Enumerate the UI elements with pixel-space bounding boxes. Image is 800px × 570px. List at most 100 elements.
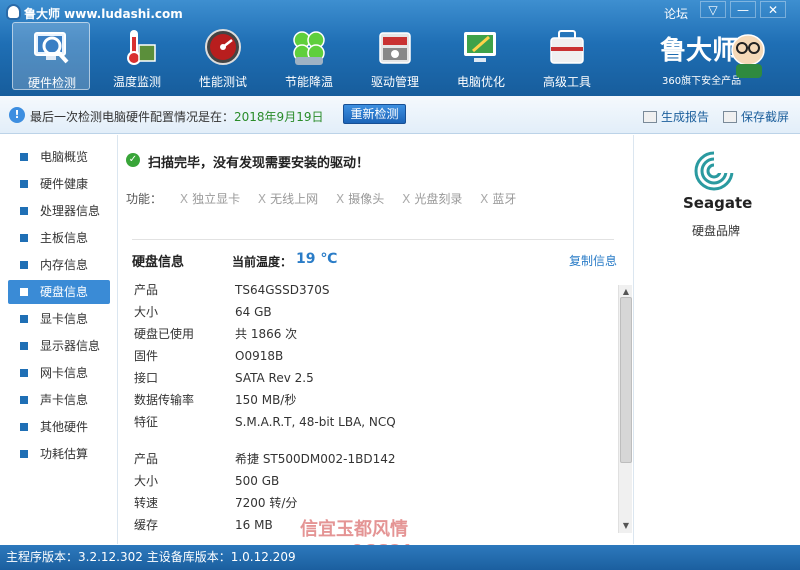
generate-report-label: 生成报告 bbox=[661, 110, 710, 124]
sidebar-item-hardware-health[interactable]: 硬件健康 bbox=[8, 172, 110, 196]
sidebar: 电脑概览 硬件健康 处理器信息 主板信息 内存信息 硬盘信息 显卡信息 显示器信… bbox=[0, 135, 118, 544]
sidebar-item-display[interactable]: 显示器信息 bbox=[8, 334, 110, 358]
sidebar-item-network[interactable]: 网卡信息 bbox=[8, 361, 110, 385]
bullet-icon bbox=[20, 180, 28, 188]
bullet-icon bbox=[20, 261, 28, 269]
cross-icon: X bbox=[257, 192, 267, 206]
brand-panel: Seagate 硬盘品牌 bbox=[633, 135, 800, 544]
printer-icon bbox=[643, 111, 657, 123]
vertical-scrollbar[interactable]: ▲ ▼ bbox=[618, 285, 632, 533]
toolbox-icon bbox=[550, 30, 584, 64]
sidebar-item-label: 声卡信息 bbox=[40, 393, 89, 407]
nav-advanced-tools[interactable]: 高级工具 bbox=[528, 22, 606, 90]
temperature-label: 当前温度： bbox=[232, 255, 293, 269]
menu-dropdown-button[interactable]: ▽ bbox=[700, 1, 726, 18]
table-row: 特征 S.M.A.R.T, 48-bit LBA, NCQ bbox=[134, 415, 396, 429]
nav-label: 驱动管理 bbox=[370, 75, 419, 89]
function-item: X 无线上网 bbox=[257, 192, 319, 206]
sidebar-item-other[interactable]: 其他硬件 bbox=[8, 415, 110, 439]
function-item: X 光盘刻录 bbox=[402, 192, 463, 206]
disk-brand-name: Seagate bbox=[683, 194, 753, 212]
table-row: 接口 SATA Rev 2.5 bbox=[134, 371, 314, 385]
sidebar-item-cpu[interactable]: 处理器信息 bbox=[8, 199, 110, 223]
camera-icon bbox=[723, 111, 737, 123]
sidebar-item-label: 功耗估算 bbox=[40, 447, 89, 461]
nav-label: 高级工具 bbox=[542, 75, 591, 89]
sidebar-item-memory[interactable]: 内存信息 bbox=[8, 253, 110, 277]
nav-performance[interactable]: 性能测试 bbox=[184, 22, 262, 90]
scroll-thumb[interactable] bbox=[620, 297, 632, 463]
nav-energy-saving[interactable]: 节能降温 bbox=[270, 22, 348, 90]
nav-hardware-scan[interactable]: 硬件检测 bbox=[12, 22, 90, 90]
bullet-icon bbox=[20, 369, 28, 377]
table-row: 产品 TS64GSSD370S bbox=[134, 283, 330, 297]
app-logo-icon bbox=[6, 4, 21, 20]
sidebar-item-label: 硬件健康 bbox=[40, 177, 89, 191]
nav-label: 温度监测 bbox=[112, 75, 161, 89]
cross-icon: X bbox=[336, 192, 345, 206]
info-icon: ! bbox=[9, 107, 25, 123]
bullet-icon bbox=[20, 423, 28, 431]
function-label: 功能： bbox=[126, 192, 163, 206]
forum-link[interactable]: 论坛 bbox=[664, 5, 688, 22]
last-scan-label: 最后一次检测电脑硬件配置情况是在： bbox=[30, 110, 235, 124]
rescan-button[interactable]: 重新检测 bbox=[343, 104, 406, 124]
bullet-icon bbox=[20, 342, 28, 350]
sidebar-item-gpu[interactable]: 显卡信息 bbox=[8, 307, 110, 331]
bullet-icon bbox=[20, 288, 28, 296]
table-row: 固件 O0918B bbox=[134, 349, 284, 363]
sidebar-item-sound[interactable]: 声卡信息 bbox=[8, 388, 110, 412]
monitor-broom-icon bbox=[464, 32, 496, 62]
bullet-icon bbox=[20, 153, 28, 161]
hardware-scan-icon bbox=[34, 32, 69, 64]
save-screenshot-button[interactable]: 保存截屏 bbox=[723, 108, 789, 125]
copy-info-link[interactable]: 复制信息 bbox=[569, 252, 617, 269]
bullet-icon bbox=[20, 450, 28, 458]
thermometer-icon bbox=[127, 30, 156, 65]
sidebar-item-label: 硬盘信息 bbox=[40, 285, 89, 299]
table-row: 转速 7200 转/分 bbox=[134, 496, 298, 510]
app-title: 鲁大师 www.ludashi.com bbox=[24, 7, 183, 21]
last-scan-info: 最后一次检测电脑硬件配置情况是在：2018年9月19日 bbox=[30, 108, 323, 125]
bullet-icon bbox=[20, 315, 28, 323]
speedometer-icon bbox=[205, 29, 241, 65]
cross-icon: X bbox=[402, 192, 411, 206]
function-item: X 独立显卡 bbox=[179, 192, 241, 206]
sidebar-item-label: 网卡信息 bbox=[40, 366, 89, 380]
sidebar-item-overview[interactable]: 电脑概览 bbox=[8, 145, 110, 169]
status-bar: 主程序版本：3.2.12.302 主设备库版本：1.0.12.209 bbox=[0, 545, 800, 570]
save-screenshot-label: 保存截屏 bbox=[741, 110, 790, 124]
disk-brand-label: 硬盘品牌 bbox=[692, 224, 741, 238]
nav-temperature[interactable]: 温度监测 bbox=[98, 22, 176, 90]
minimize-button[interactable]: — bbox=[730, 1, 756, 18]
table-row: 大小 64 GB bbox=[134, 305, 272, 319]
scroll-down-arrow-icon[interactable]: ▼ bbox=[619, 519, 633, 533]
nav-driver-manager[interactable]: 驱动管理 bbox=[356, 22, 434, 90]
watermark: 信宜玉都风情 www.06681.com bbox=[300, 519, 462, 562]
check-icon: ✓ bbox=[126, 153, 140, 167]
close-button[interactable]: ✕ bbox=[760, 1, 786, 18]
sidebar-item-motherboard[interactable]: 主板信息 bbox=[8, 226, 110, 250]
main-content: ✓ 扫描完毕，没有发现需要安装的驱动！ 功能： X 独立显卡 X 无线上网 X 摄像头… bbox=[118, 135, 632, 544]
sidebar-item-label: 主板信息 bbox=[40, 231, 89, 245]
sidebar-item-disk[interactable]: 硬盘信息 bbox=[8, 280, 110, 304]
function-item: X 摄像头 bbox=[336, 192, 385, 206]
sidebar-item-label: 显卡信息 bbox=[40, 312, 89, 326]
sidebar-item-label: 内存信息 bbox=[40, 258, 89, 272]
sidebar-item-power[interactable]: 功耗估算 bbox=[8, 442, 110, 466]
app-header: 鲁大师 www.ludashi.com 论坛 ▽ — ✕ 硬件检测 温度监测 性… bbox=[0, 0, 800, 96]
nav-label: 节能降温 bbox=[284, 75, 333, 89]
sidebar-item-label: 处理器信息 bbox=[40, 204, 101, 218]
generate-report-button[interactable]: 生成报告 bbox=[643, 108, 709, 125]
sidebar-item-label: 显示器信息 bbox=[40, 339, 101, 353]
nav-optimization[interactable]: 电脑优化 bbox=[442, 22, 520, 90]
nav-label: 硬件检测 bbox=[27, 76, 76, 90]
bullet-icon bbox=[20, 396, 28, 404]
table-row: 产品 希捷 ST500DM002-1BD142 bbox=[134, 452, 396, 466]
last-scan-date: 2018年9月19日 bbox=[234, 110, 324, 124]
divider bbox=[132, 239, 614, 240]
cross-icon: X bbox=[480, 192, 489, 206]
temperature-value: 19 ℃ bbox=[296, 251, 338, 267]
table-row: 硬盘已使用共 1866 次 bbox=[134, 327, 298, 341]
driver-box-icon bbox=[379, 32, 411, 64]
